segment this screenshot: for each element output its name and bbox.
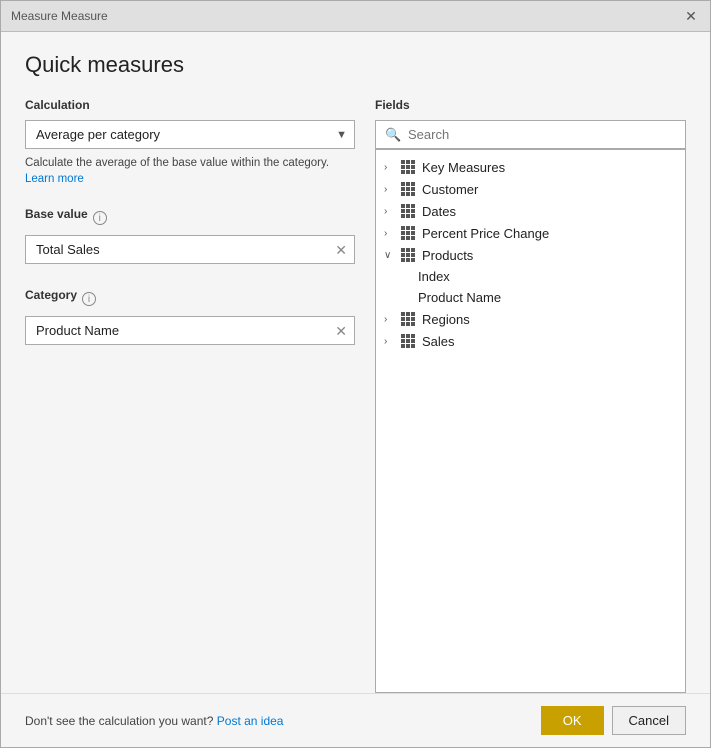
category-clear-button[interactable]: ✕ xyxy=(335,324,347,338)
base-value-label: Base value xyxy=(25,207,88,221)
main-content: Calculation Average per category ▼ Calcu… xyxy=(25,98,686,693)
base-value-label-row: Base value i xyxy=(25,207,355,229)
base-value-clear-button[interactable]: ✕ xyxy=(335,243,347,257)
post-idea-link[interactable]: Post an idea xyxy=(217,714,284,728)
ok-button[interactable]: OK xyxy=(541,706,604,735)
right-panel: Fields 🔍 › Key Measures xyxy=(375,98,686,693)
tree-item-percent-price-change[interactable]: › Percent Price Change xyxy=(376,222,685,244)
search-input[interactable] xyxy=(375,120,686,149)
quick-measures-dialog: Measure Measure ✕ Quick measures Calcula… xyxy=(0,0,711,748)
chevron-icon: › xyxy=(384,162,396,173)
table-icon xyxy=(400,225,416,241)
tree-sub-item-index[interactable]: Index xyxy=(376,266,685,287)
base-value-info-icon[interactable]: i xyxy=(93,211,107,225)
search-fields-wrapper: 🔍 › Key Measures xyxy=(375,120,686,693)
table-icon xyxy=(400,333,416,349)
table-icon xyxy=(400,203,416,219)
chevron-icon: › xyxy=(384,336,396,347)
category-info-icon[interactable]: i xyxy=(82,292,96,306)
category-label-row: Category i xyxy=(25,288,355,310)
base-value-section: Base value i ✕ xyxy=(25,207,355,264)
tree-item-label: Key Measures xyxy=(422,160,505,175)
table-icon xyxy=(400,159,416,175)
close-button[interactable]: ✕ xyxy=(682,7,700,25)
tree-item-label: Dates xyxy=(422,204,456,219)
footer-buttons: OK Cancel xyxy=(541,706,686,735)
table-icon xyxy=(400,247,416,263)
search-box: 🔍 xyxy=(375,120,686,149)
chevron-icon: › xyxy=(384,314,396,325)
fields-label: Fields xyxy=(375,98,686,112)
left-panel: Calculation Average per category ▼ Calcu… xyxy=(25,98,355,693)
dialog-title: Quick measures xyxy=(25,52,686,78)
category-section: Category i ✕ xyxy=(25,288,355,345)
learn-more-link[interactable]: Learn more xyxy=(25,173,84,185)
calculation-description: Calculate the average of the base value … xyxy=(25,155,355,187)
title-bar: Measure Measure ✕ xyxy=(1,1,710,32)
fields-tree: › Key Measures › Customer xyxy=(375,149,686,693)
footer-question: Don't see the calculation you want? Post… xyxy=(25,714,283,728)
calculation-label: Calculation xyxy=(25,98,355,112)
calculation-dropdown-wrapper: Average per category ▼ xyxy=(25,120,355,149)
category-label: Category xyxy=(25,288,77,302)
tree-item-regions[interactable]: › Regions xyxy=(376,308,685,330)
table-icon xyxy=(400,181,416,197)
tree-item-customer[interactable]: › Customer xyxy=(376,178,685,200)
base-value-input[interactable] xyxy=(25,235,355,264)
tree-item-key-measures[interactable]: › Key Measures xyxy=(376,156,685,178)
dialog-footer: Don't see the calculation you want? Post… xyxy=(1,693,710,747)
sub-item-label: Product Name xyxy=(418,290,501,305)
chevron-down-icon: ∨ xyxy=(384,250,396,261)
tree-item-products[interactable]: ∨ Products xyxy=(376,244,685,266)
tree-item-label: Percent Price Change xyxy=(422,226,549,241)
chevron-icon: › xyxy=(384,206,396,217)
tree-item-label: Sales xyxy=(422,334,455,349)
category-input-wrapper: ✕ xyxy=(25,316,355,345)
search-icon: 🔍 xyxy=(385,127,401,143)
sub-item-label: Index xyxy=(418,269,450,284)
tree-item-sales[interactable]: › Sales xyxy=(376,330,685,352)
category-input[interactable] xyxy=(25,316,355,345)
base-value-input-wrapper: ✕ xyxy=(25,235,355,264)
chevron-icon: › xyxy=(384,228,396,239)
tree-item-label: Products xyxy=(422,248,473,263)
tree-item-dates[interactable]: › Dates xyxy=(376,200,685,222)
dialog-body: Quick measures Calculation Average per c… xyxy=(1,32,710,693)
title-bar-text: Measure Measure xyxy=(11,9,108,23)
table-icon xyxy=(400,311,416,327)
tree-item-label: Regions xyxy=(422,312,470,327)
calculation-dropdown[interactable]: Average per category xyxy=(25,120,355,149)
tree-item-label: Customer xyxy=(422,182,478,197)
cancel-button[interactable]: Cancel xyxy=(612,706,686,735)
tree-sub-item-product-name[interactable]: Product Name xyxy=(376,287,685,308)
chevron-icon: › xyxy=(384,184,396,195)
